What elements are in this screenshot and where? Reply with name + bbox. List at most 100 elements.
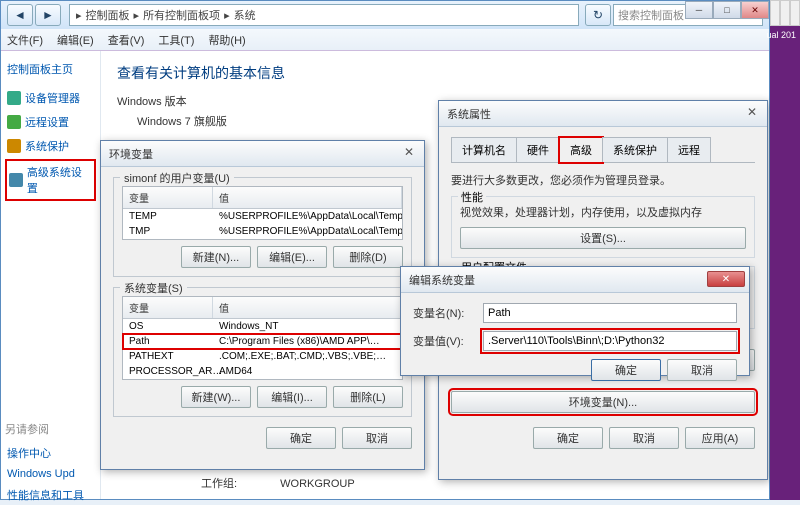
user-vars-fieldset: simonf 的用户变量(U) 变量 值 TEMP%USERPROFILE%\A… [113, 177, 412, 277]
sidebar-footer-heading: 另请参阅 [5, 421, 96, 437]
table-row[interactable]: TMP%USERPROFILE%\AppData\Local\Temp [123, 224, 402, 239]
delete-button[interactable]: 删除(L) [333, 386, 403, 408]
close-button[interactable]: ✕ [400, 144, 418, 160]
tab-computer-name[interactable]: 计算机名 [451, 137, 517, 162]
table-row[interactable]: PATHEXT.COM;.EXE;.BAT;.CMD;.VBS;.VBE;… [123, 349, 402, 364]
sidebar-item-label: 远程设置 [25, 114, 69, 130]
ok-button[interactable]: 确定 [591, 359, 661, 381]
col-value[interactable]: 值 [213, 297, 402, 318]
tab-advanced[interactable]: 高级 [559, 137, 603, 163]
sidebar-footer: 另请参阅 操作中心 Windows Upd 性能信息和工具 [5, 421, 96, 505]
value-row: 变量值(V): [413, 331, 737, 351]
dialog-title: 编辑系统变量 ✕ [401, 267, 749, 293]
value-input[interactable] [483, 331, 737, 351]
breadcrumb-item[interactable]: 系统 [234, 7, 256, 23]
dialog-title: 环境变量 ✕ [101, 141, 424, 167]
menubar: 文件(F) 编辑(E) 查看(V) 工具(T) 帮助(H) [1, 29, 769, 51]
sidebar-item-device-manager[interactable]: 设备管理器 [5, 87, 96, 109]
dialog-body: 变量名(N): 变量值(V): 确定 取消 [401, 293, 749, 391]
apply-button[interactable]: 应用(A) [685, 427, 755, 449]
env-vars-button[interactable]: 环境变量(N)... [451, 391, 755, 413]
col-value[interactable]: 值 [213, 187, 402, 208]
menu-view[interactable]: 查看(V) [108, 32, 145, 48]
sidebar-item-label: 高级系统设置 [27, 164, 92, 196]
edit-button[interactable]: 编辑(E)... [257, 246, 327, 268]
tab-protection[interactable]: 系统保护 [602, 137, 668, 162]
new-button[interactable]: 新建(N)... [181, 246, 251, 268]
minimize-button[interactable]: ─ [685, 1, 713, 19]
edit-button[interactable]: 编辑(I)... [257, 386, 327, 408]
workgroup-value: WORKGROUP [280, 478, 355, 490]
performance-label: 性能 [458, 189, 486, 205]
maximize-button[interactable] [780, 0, 790, 26]
settings-button[interactable]: 设置(S)... [460, 227, 746, 249]
tab-remote[interactable]: 远程 [667, 137, 711, 162]
sidebar-item-protection[interactable]: 系统保护 [5, 135, 96, 157]
menu-edit[interactable]: 编辑(E) [57, 32, 94, 48]
sidebar-item-label: 设备管理器 [25, 90, 80, 106]
workgroup-label: 工作组: [201, 478, 237, 490]
cancel-button[interactable]: 取消 [667, 359, 737, 381]
refresh-button[interactable]: ↻ [585, 4, 611, 26]
sidebar-heading[interactable]: 控制面板主页 [5, 59, 96, 79]
sys-vars-fieldset: 系统变量(S) 变量 值 OSWindows_NT PathC:\Program… [113, 287, 412, 417]
sidebar-item-advanced[interactable]: 高级系统设置 [5, 159, 96, 201]
table-row[interactable]: PROCESSOR_AR…AMD64 [123, 364, 402, 379]
visual-studio-window [770, 0, 800, 500]
gear-icon [9, 173, 23, 187]
workgroup-row: 工作组: WORKGROUP [201, 475, 355, 491]
shield-icon [7, 139, 21, 153]
name-row: 变量名(N): [413, 303, 737, 323]
back-button[interactable]: ◄ [7, 4, 33, 26]
close-button[interactable]: ✕ [707, 271, 745, 287]
menu-file[interactable]: 文件(F) [7, 32, 43, 48]
delete-button[interactable]: 删除(D) [333, 246, 403, 268]
env-vars-dialog: 环境变量 ✕ simonf 的用户变量(U) 变量 值 TEMP%USERPRO… [100, 140, 425, 470]
cancel-button[interactable]: 取消 [342, 427, 412, 449]
sidebar: 控制面板主页 设备管理器 远程设置 系统保护 高级系统设置 另请参阅 操作中心 … [1, 51, 101, 499]
cancel-button[interactable]: 取消 [609, 427, 679, 449]
dialog-title-text: 系统属性 [447, 106, 491, 122]
dialog-title-text: 编辑系统变量 [409, 272, 475, 288]
value-label: 变量值(V): [413, 333, 483, 349]
vs-window-controls [770, 0, 800, 26]
table-row[interactable]: TEMP%USERPROFILE%\AppData\Local\Temp [123, 209, 402, 224]
titlebar: ◄ ► ▸控制面板 ▸所有控制面板项 ▸系统 ↻ 搜索控制面板 [1, 1, 769, 29]
sys-vars-label: 系统变量(S) [120, 280, 187, 296]
col-variable[interactable]: 变量 [123, 297, 213, 318]
breadcrumb-item[interactable]: 控制面板 [86, 7, 130, 23]
menu-tools[interactable]: 工具(T) [158, 32, 194, 48]
page-title: 查看有关计算机的基本信息 [117, 63, 753, 83]
ok-button[interactable]: 确定 [266, 427, 336, 449]
sys-vars-table[interactable]: 变量 值 OSWindows_NT PathC:\Program Files (… [122, 296, 403, 380]
link-performance[interactable]: 性能信息和工具 [5, 485, 96, 505]
new-button[interactable]: 新建(W)... [181, 386, 251, 408]
breadcrumb[interactable]: ▸控制面板 ▸所有控制面板项 ▸系统 [69, 4, 579, 26]
name-label: 变量名(N): [413, 305, 483, 321]
table-row[interactable]: OSWindows_NT [123, 319, 402, 334]
performance-text: 视觉效果，处理器计划，内存使用，以及虚拟内存 [460, 205, 746, 222]
minimize-button[interactable] [770, 0, 780, 26]
col-variable[interactable]: 变量 [123, 187, 213, 208]
table-row-path[interactable]: PathC:\Program Files (x86)\AMD APP\… [123, 334, 402, 349]
user-vars-table[interactable]: 变量 值 TEMP%USERPROFILE%\AppData\Local\Tem… [122, 186, 403, 240]
close-button[interactable]: ✕ [743, 104, 761, 120]
forward-button[interactable]: ► [35, 4, 61, 26]
admin-text: 要进行大多数更改，您必须作为管理员登录。 [451, 173, 755, 190]
ok-button[interactable]: 确定 [533, 427, 603, 449]
menu-help[interactable]: 帮助(H) [208, 32, 245, 48]
link-windows-update[interactable]: Windows Upd [5, 466, 96, 482]
tab-hardware[interactable]: 硬件 [516, 137, 560, 162]
sidebar-item-remote[interactable]: 远程设置 [5, 111, 96, 133]
name-input[interactable] [483, 303, 737, 323]
user-vars-label: simonf 的用户变量(U) [120, 170, 234, 186]
link-action-center[interactable]: 操作中心 [5, 443, 96, 463]
breadcrumb-item[interactable]: 所有控制面板项 [143, 7, 220, 23]
table-header: 变量 值 [123, 297, 402, 319]
close-button[interactable] [790, 0, 800, 26]
maximize-button[interactable]: □ [713, 1, 741, 19]
dialog-body: simonf 的用户变量(U) 变量 值 TEMP%USERPROFILE%\A… [101, 167, 424, 459]
table-header: 变量 值 [123, 187, 402, 209]
performance-section: 性能 视觉效果，处理器计划，内存使用，以及虚拟内存 设置(S)... [451, 196, 755, 259]
close-button[interactable]: ✕ [741, 1, 769, 19]
